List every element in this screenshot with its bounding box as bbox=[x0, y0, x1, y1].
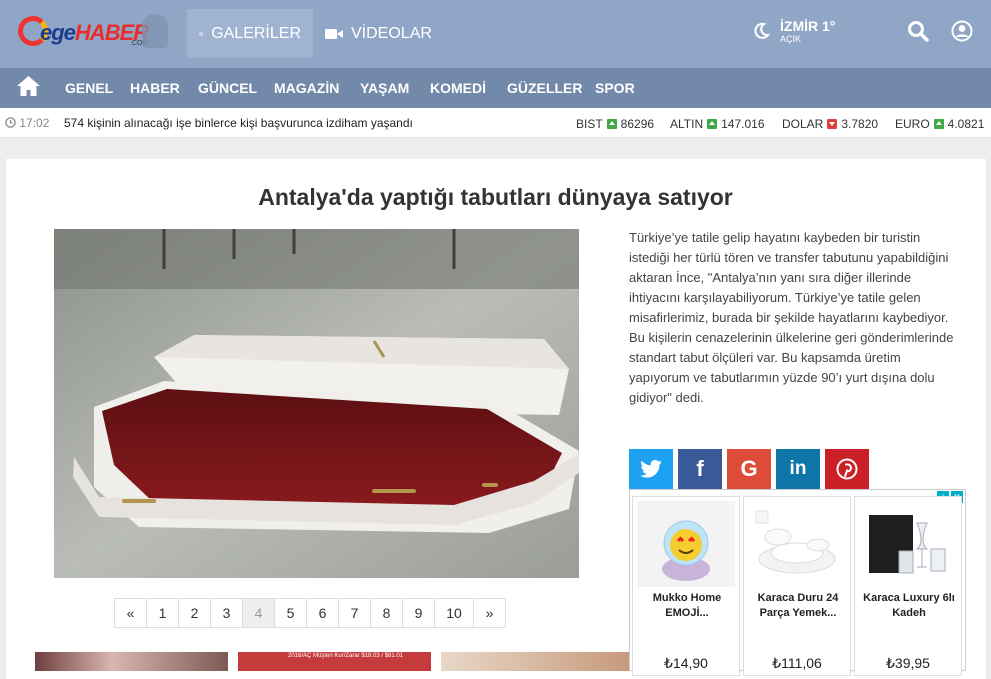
google-icon: G bbox=[740, 456, 758, 481]
menu-item-komedi[interactable]: KOMEDİ bbox=[430, 80, 486, 96]
ticker-time: 17:02 bbox=[5, 116, 49, 130]
facebook-icon: f bbox=[696, 456, 704, 481]
ad-product-card[interactable]: Karaca Duru 24 Parça Yemek... ₺111,06 bbox=[743, 496, 851, 676]
ticker-time-value: 17:02 bbox=[19, 116, 50, 130]
user-icon[interactable] bbox=[951, 20, 973, 42]
pager-next[interactable]: » bbox=[473, 598, 506, 628]
ticker-headline[interactable]: 574 kişinin alınacağı işe binlerce kişi … bbox=[64, 116, 413, 130]
pager-page-current[interactable]: 4 bbox=[242, 598, 275, 628]
home-icon[interactable] bbox=[16, 75, 41, 97]
ad-product-price: ₺39,95 bbox=[886, 655, 930, 671]
trend-up-icon bbox=[933, 119, 944, 129]
ad-product-image-emoji bbox=[637, 501, 735, 587]
related-thumbnail-caption: 2016/AÇ Müşteri Kur/Zarar $18.03 / $81.0… bbox=[288, 653, 404, 659]
pager-page[interactable]: 5 bbox=[274, 598, 307, 628]
market-bist: BIST 86296 bbox=[576, 117, 654, 131]
clock-icon bbox=[5, 117, 16, 128]
menu-item-spor[interactable]: SPOR bbox=[595, 80, 635, 96]
pager-prev[interactable]: « bbox=[114, 598, 147, 628]
menu-item-yasam[interactable]: YAŞAM bbox=[360, 80, 409, 96]
pager-page[interactable]: 9 bbox=[402, 598, 435, 628]
camera-icon bbox=[199, 31, 203, 36]
market-altin: ALTIN 147.016 bbox=[670, 117, 765, 131]
menu-item-guzeller[interactable]: GÜZELLER bbox=[507, 80, 582, 96]
logo-bust-icon bbox=[142, 14, 168, 48]
market-euro: EURO 4.0821 bbox=[895, 117, 984, 131]
pager-page[interactable]: 8 bbox=[370, 598, 403, 628]
related-thumbnail[interactable] bbox=[35, 652, 228, 671]
article-body: Türkiye’ye tatile gelip hayatını kaybede… bbox=[629, 230, 954, 405]
linkedin-icon: in bbox=[789, 458, 807, 479]
search-icon[interactable] bbox=[907, 20, 929, 42]
pinterest-icon bbox=[836, 458, 858, 480]
weather-city: İZMİR 1° bbox=[780, 18, 836, 34]
ad-product-image-dinnerware bbox=[748, 501, 846, 587]
pager-page[interactable]: 1 bbox=[146, 598, 179, 628]
menu-item-genel[interactable]: GENEL bbox=[65, 80, 113, 96]
market-value: 86296 bbox=[620, 117, 655, 131]
share-pinterest-button[interactable] bbox=[825, 449, 869, 489]
trend-up-icon bbox=[707, 119, 718, 129]
article-title: Antalya'da yaptığı tabutları dünyaya sat… bbox=[258, 184, 733, 210]
share-facebook-button[interactable]: f bbox=[678, 449, 722, 489]
pager-page[interactable]: 2 bbox=[178, 598, 211, 628]
market-name: BIST bbox=[576, 117, 603, 131]
tab-videos[interactable]: VİDEOLAR bbox=[313, 9, 444, 58]
market-dolar: DOLAR 3.7820 bbox=[782, 117, 878, 131]
market-value: 3.7820 bbox=[841, 117, 879, 131]
tab-galleries[interactable]: GALERİLER bbox=[187, 9, 313, 58]
twitter-icon bbox=[640, 460, 662, 478]
menu-item-guncel[interactable]: GÜNCEL bbox=[198, 80, 257, 96]
menu-item-haber[interactable]: HABER bbox=[130, 80, 180, 96]
trend-up-icon bbox=[606, 119, 617, 129]
weather-moon-icon bbox=[754, 22, 770, 39]
logo-text-ege: ege bbox=[40, 20, 76, 45]
gallery-photo[interactable] bbox=[54, 229, 579, 578]
ad-product-price: ₺14,90 bbox=[664, 655, 708, 671]
pager-page[interactable]: 7 bbox=[338, 598, 371, 628]
tab-videos-label: VİDEOLAR bbox=[351, 24, 432, 42]
ad-product-card[interactable]: Mukko Home EMOJİ... ₺14,90 bbox=[632, 496, 740, 676]
tab-galleries-label: GALERİLER bbox=[211, 24, 301, 42]
related-thumbnail[interactable]: 2016/AÇ Müşteri Kur/Zarar $18.03 / $81.0… bbox=[238, 652, 431, 671]
gallery-pager: « 1 2 3 4 5 6 7 8 9 10 » bbox=[114, 598, 506, 628]
ad-product-name: Mukko Home EMOJİ... bbox=[652, 592, 722, 619]
share-twitter-button[interactable] bbox=[629, 449, 673, 489]
market-value: 4.0821 bbox=[947, 117, 985, 131]
ad-product-name: Karaca Luxury 6lı Kadeh bbox=[863, 592, 955, 619]
market-name: EURO bbox=[895, 117, 930, 131]
ad-product-name: Karaca Duru 24 Parça Yemek... bbox=[757, 592, 839, 619]
share-linkedin-button[interactable]: in bbox=[776, 449, 820, 489]
product-ad[interactable]: i ✕ Mukko Home EMOJİ... ₺14,90 Karaca Du… bbox=[629, 489, 966, 676]
news-ticker: 17:02 574 kişinin alınacağı işe binlerce… bbox=[0, 108, 991, 138]
related-thumbnail[interactable] bbox=[441, 652, 629, 671]
market-name: ALTIN bbox=[670, 117, 704, 131]
top-bar: egeHABER .COM GALERİLER VİDEOLAR İZMİR 1… bbox=[0, 0, 991, 68]
site-logo[interactable]: egeHABER .COM bbox=[18, 14, 178, 54]
ad-product-price: ₺111,06 bbox=[772, 655, 822, 671]
ad-product-image-glasses bbox=[859, 501, 957, 587]
trend-down-icon bbox=[827, 119, 838, 129]
category-menu: GENEL HABER GÜNCEL MAGAZİN YAŞAM KOMEDİ … bbox=[0, 68, 991, 108]
pager-page[interactable]: 3 bbox=[210, 598, 243, 628]
market-name: DOLAR bbox=[782, 117, 824, 131]
market-value: 147.016 bbox=[721, 117, 765, 131]
coffin-photo-image bbox=[54, 229, 579, 578]
pager-page[interactable]: 6 bbox=[306, 598, 339, 628]
video-icon bbox=[325, 28, 343, 39]
share-google-button[interactable]: G bbox=[727, 449, 771, 489]
weather-condition: AÇIK bbox=[780, 34, 802, 44]
menu-item-magazin[interactable]: MAGAZİN bbox=[274, 80, 339, 96]
pager-page[interactable]: 10 bbox=[434, 598, 474, 628]
ad-product-card[interactable]: Karaca Luxury 6lı Kadeh ₺39,95 bbox=[854, 496, 962, 676]
